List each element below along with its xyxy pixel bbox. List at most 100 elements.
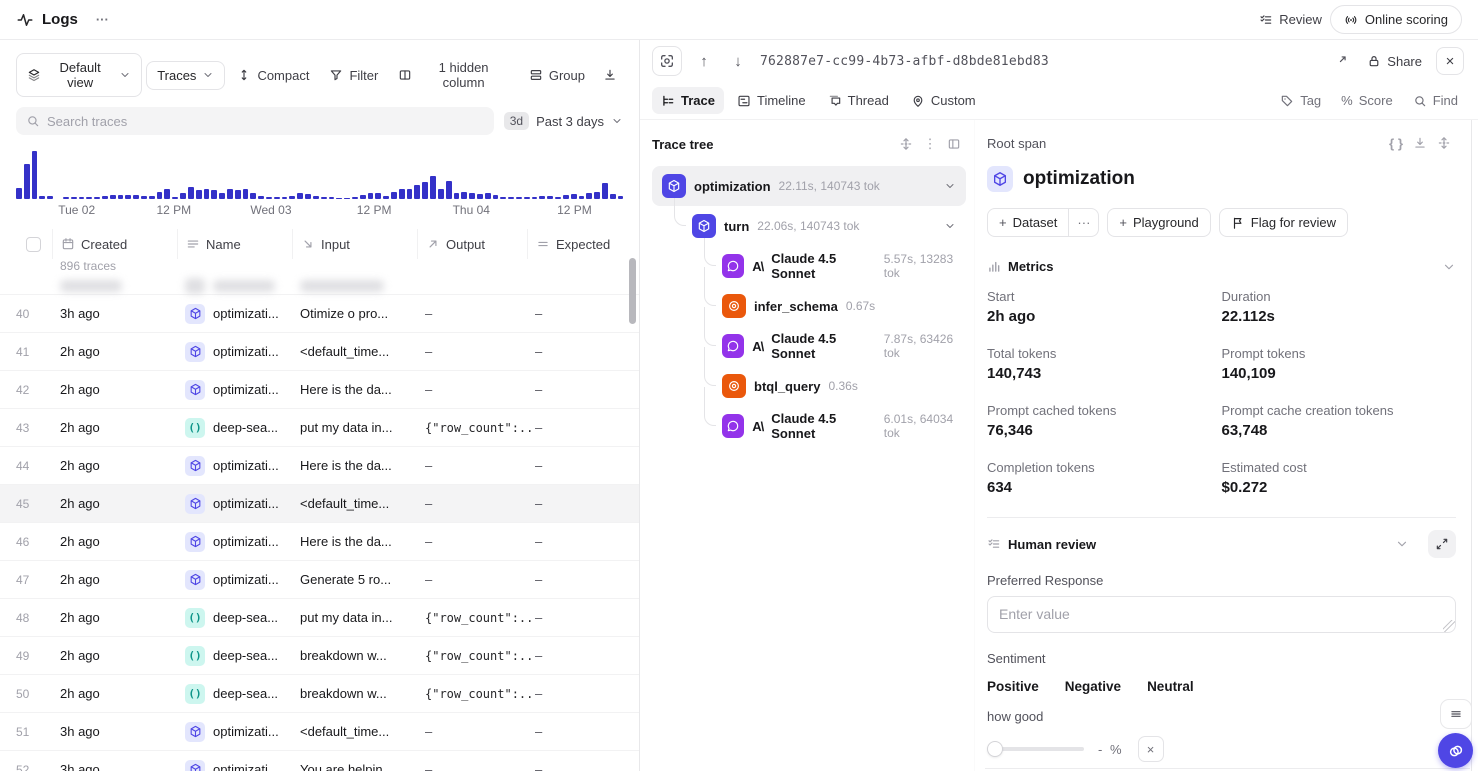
view-selector[interactable]: Default view bbox=[16, 53, 142, 97]
download-span-button[interactable] bbox=[1408, 131, 1432, 155]
histogram-bar[interactable] bbox=[219, 193, 225, 199]
histogram-bar[interactable] bbox=[336, 198, 342, 199]
histogram-bar[interactable] bbox=[141, 196, 147, 199]
column-header-created[interactable]: Created bbox=[52, 229, 185, 259]
table-row[interactable]: 412h agooptimizati...<default_time...–– bbox=[0, 332, 639, 370]
histogram-bar[interactable] bbox=[532, 197, 538, 199]
tab-thread[interactable]: Thread bbox=[819, 87, 898, 114]
tab-trace[interactable]: Trace bbox=[652, 87, 724, 114]
share-button[interactable]: Share bbox=[1363, 49, 1426, 74]
column-header-input[interactable]: Input bbox=[292, 229, 425, 259]
histogram-bar[interactable] bbox=[563, 195, 569, 199]
expand-span-button[interactable] bbox=[1432, 131, 1456, 155]
histogram-bar[interactable] bbox=[344, 198, 350, 199]
open-external-button[interactable] bbox=[1329, 49, 1353, 73]
histogram-bar[interactable] bbox=[618, 196, 624, 199]
histogram-bar[interactable] bbox=[438, 189, 444, 199]
expand-review-button[interactable] bbox=[1428, 530, 1456, 558]
human-review-section-header[interactable]: Human review bbox=[987, 530, 1456, 558]
histogram-bar[interactable] bbox=[375, 193, 381, 199]
table-row[interactable]: 492h ago()deep-sea...breakdown w...{"row… bbox=[0, 636, 639, 674]
view-json-button[interactable]: { } bbox=[1384, 131, 1408, 155]
histogram-bar[interactable] bbox=[188, 187, 194, 199]
histogram-bar[interactable] bbox=[24, 164, 30, 199]
column-header-name[interactable]: Name bbox=[177, 229, 300, 259]
histogram-bar[interactable] bbox=[149, 196, 155, 199]
prev-trace-button[interactable]: ↑ bbox=[692, 49, 716, 73]
histogram-bar[interactable] bbox=[274, 197, 280, 199]
table-row[interactable]: 523h agooptimizati...You are helpin...–– bbox=[0, 750, 639, 771]
histogram-bar[interactable] bbox=[227, 189, 233, 199]
table-row[interactable]: 422h agooptimizati...Here is the da...–– bbox=[0, 370, 639, 408]
histogram-bar[interactable] bbox=[524, 197, 530, 199]
column-header-expected[interactable]: Expected bbox=[527, 229, 639, 259]
assistant-fab-button[interactable] bbox=[1438, 733, 1473, 768]
dataset-more-button[interactable]: ··· bbox=[1069, 208, 1099, 237]
span-row-claude-4-5-sonnet[interactable]: A\Claude 4.5 Sonnet5.57s, 13283 tok bbox=[652, 246, 966, 286]
histogram-bar[interactable] bbox=[110, 195, 116, 199]
table-row[interactable]: 403h agooptimizati...Otimize o pro...–– bbox=[0, 294, 639, 332]
histogram-bar[interactable] bbox=[360, 195, 366, 199]
flag-for-review-button[interactable]: Flag for review bbox=[1219, 208, 1348, 237]
span-row-claude-4-5-sonnet[interactable]: A\Claude 4.5 Sonnet7.87s, 63426 tok bbox=[652, 326, 966, 366]
histogram-bar[interactable] bbox=[508, 197, 514, 199]
histogram-bar[interactable] bbox=[196, 190, 202, 199]
histogram-bar[interactable] bbox=[352, 197, 358, 199]
histogram-bar[interactable] bbox=[422, 182, 428, 199]
histogram-bars[interactable] bbox=[16, 149, 623, 199]
group-button[interactable]: Group bbox=[521, 63, 593, 88]
histogram-bar[interactable] bbox=[594, 192, 600, 199]
histogram-bar[interactable] bbox=[133, 195, 139, 199]
table-row[interactable]: 432h ago()deep-sea...put my data in...{"… bbox=[0, 408, 639, 446]
next-trace-button[interactable]: ↓ bbox=[726, 49, 750, 73]
histogram-bar[interactable] bbox=[555, 197, 561, 199]
table-row[interactable]: 452h agooptimizati...<default_time...–– bbox=[0, 484, 639, 522]
histogram-bar[interactable] bbox=[610, 194, 616, 199]
span-row-claude-4-5-sonnet[interactable]: A\Claude 4.5 Sonnet6.01s, 64034 tok bbox=[652, 406, 966, 446]
histogram-bar[interactable] bbox=[55, 198, 61, 199]
histogram-bar[interactable] bbox=[368, 193, 374, 199]
add-to-dataset-button[interactable]: + Dataset bbox=[987, 208, 1069, 237]
slider-knob[interactable] bbox=[987, 741, 1003, 757]
histogram-bar[interactable] bbox=[266, 197, 272, 199]
histogram-bar[interactable] bbox=[485, 193, 491, 199]
mode-selector[interactable]: Traces bbox=[146, 61, 225, 90]
histogram-bar[interactable] bbox=[430, 176, 436, 199]
histogram-bar[interactable] bbox=[250, 193, 256, 199]
compact-button[interactable]: Compact bbox=[229, 63, 317, 88]
floating-menu-button[interactable] bbox=[1440, 699, 1472, 729]
collapse-chevron-icon[interactable] bbox=[944, 220, 956, 232]
page-menu-button[interactable]: ··· bbox=[88, 7, 117, 32]
table-row[interactable]: 502h ago()deep-sea...breakdown w...{"row… bbox=[0, 674, 639, 712]
collapse-chevron-icon[interactable] bbox=[944, 180, 956, 192]
metrics-section-header[interactable]: Metrics bbox=[987, 259, 1456, 274]
histogram-bar[interactable] bbox=[164, 189, 170, 199]
histogram-bar[interactable] bbox=[414, 185, 420, 199]
histogram-bar[interactable] bbox=[79, 197, 85, 199]
histogram-bar[interactable] bbox=[71, 197, 77, 199]
histogram-bar[interactable] bbox=[383, 196, 389, 199]
open-playground-button[interactable]: + Playground bbox=[1107, 208, 1210, 237]
tag-button[interactable]: Tag bbox=[1272, 88, 1329, 113]
histogram-bar[interactable] bbox=[282, 197, 288, 199]
histogram-bar[interactable] bbox=[204, 189, 210, 199]
histogram-bar[interactable] bbox=[321, 197, 327, 199]
histogram-bar[interactable] bbox=[329, 197, 335, 199]
detail-scrollbar-track[interactable] bbox=[1471, 120, 1472, 771]
tab-timeline[interactable]: Timeline bbox=[728, 87, 815, 114]
histogram-bar[interactable] bbox=[399, 189, 405, 199]
sentiment-positive-button[interactable]: Positive bbox=[987, 679, 1039, 694]
histogram-bar[interactable] bbox=[157, 192, 163, 199]
span-row-turn[interactable]: turn22.06s, 140743 tok bbox=[652, 206, 966, 246]
histogram-bar[interactable] bbox=[477, 194, 483, 199]
histogram-bar[interactable] bbox=[180, 193, 186, 199]
review-button[interactable]: Review bbox=[1251, 7, 1330, 32]
histogram-bar[interactable] bbox=[391, 192, 397, 199]
find-button[interactable]: Find bbox=[1405, 88, 1466, 113]
histogram-bar[interactable] bbox=[493, 195, 499, 199]
column-header-output[interactable]: Output bbox=[417, 229, 535, 259]
histogram-bar[interactable] bbox=[516, 197, 522, 199]
histogram-bar[interactable] bbox=[102, 196, 108, 199]
histogram-bar[interactable] bbox=[547, 196, 553, 199]
close-panel-button[interactable]: × bbox=[1436, 47, 1464, 75]
